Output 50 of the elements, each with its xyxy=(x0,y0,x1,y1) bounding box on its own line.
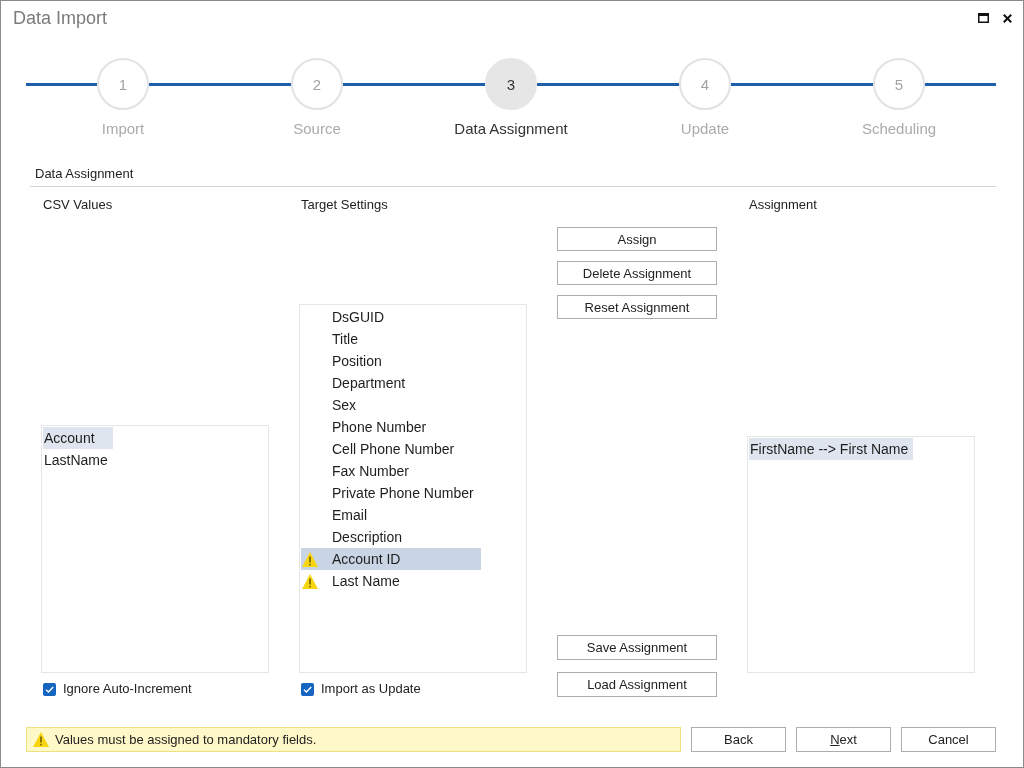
list-item[interactable]: DsGUID xyxy=(301,306,481,328)
list-item[interactable]: FirstName --> First Name xyxy=(749,438,914,460)
list-item[interactable]: Fax Number xyxy=(301,460,481,482)
step-connector xyxy=(26,82,97,86)
list-item[interactable]: Department xyxy=(301,372,481,394)
window-title: Data Import xyxy=(13,7,108,29)
list-item[interactable]: Private Phone Number xyxy=(301,482,481,504)
step-label: Import xyxy=(101,119,145,139)
nav-button[interactable]: Next xyxy=(796,727,891,752)
step-label: Scheduling xyxy=(861,119,937,139)
maximize-icon[interactable] xyxy=(978,13,989,23)
list-item[interactable]: Position xyxy=(301,350,481,372)
action-button[interactable]: Load Assignment xyxy=(557,672,717,697)
checkbox[interactable] xyxy=(301,682,314,696)
list-item[interactable]: Cell Phone Number xyxy=(301,438,481,460)
list-item[interactable]: Description xyxy=(301,526,481,548)
checkbox[interactable] xyxy=(43,682,56,696)
list-item[interactable]: Email xyxy=(301,504,481,526)
close-icon[interactable] xyxy=(1003,13,1012,23)
section-title: Data Assignment xyxy=(35,165,134,183)
list-item[interactable]: Account xyxy=(43,427,113,449)
warning-icon xyxy=(33,732,49,747)
column-heading: CSV Values xyxy=(42,196,113,214)
action-button[interactable]: Assign xyxy=(557,227,717,251)
checkbox-label[interactable]: Import as Update xyxy=(321,681,421,697)
step-circle[interactable]: 3 xyxy=(485,58,537,110)
warning-icon xyxy=(302,573,318,589)
nav-button[interactable]: Back xyxy=(691,727,786,752)
list-item[interactable]: Phone Number xyxy=(301,416,481,438)
warning-icon xyxy=(302,551,318,567)
step-label: Update xyxy=(680,119,730,139)
step-label: Source xyxy=(293,119,341,139)
csv-values-list[interactable]: Account LastName xyxy=(41,425,269,673)
step-connector xyxy=(925,82,996,86)
column-heading: Target Settings xyxy=(300,196,388,214)
nav-button[interactable]: Cancel xyxy=(901,727,996,752)
list-item[interactable]: Last Name xyxy=(301,570,481,592)
list-item[interactable]: LastName xyxy=(43,449,113,471)
target-settings-list[interactable]: DsGUID Title Position Department Sex Phone Number Cell Phone Number Fax Number Private Phone Number Email Description Account ID Last Name xyxy=(299,304,527,673)
action-button[interactable]: Reset Assignment xyxy=(557,295,717,319)
step-label: Data Assignment xyxy=(454,119,568,139)
list-item[interactable]: Account ID xyxy=(301,548,481,570)
status-message: Values must be assigned to mandatory fields. xyxy=(55,732,317,747)
action-button[interactable]: Delete Assignment xyxy=(557,261,717,285)
list-item[interactable]: Title xyxy=(301,328,481,350)
checkbox-label[interactable]: Ignore Auto-Increment xyxy=(63,681,192,697)
list-item[interactable]: Sex xyxy=(301,394,481,416)
assignment-list[interactable]: FirstName --> First Name xyxy=(747,436,975,673)
column-heading: Assignment xyxy=(748,196,817,214)
action-button[interactable]: Save Assignment xyxy=(557,635,717,660)
